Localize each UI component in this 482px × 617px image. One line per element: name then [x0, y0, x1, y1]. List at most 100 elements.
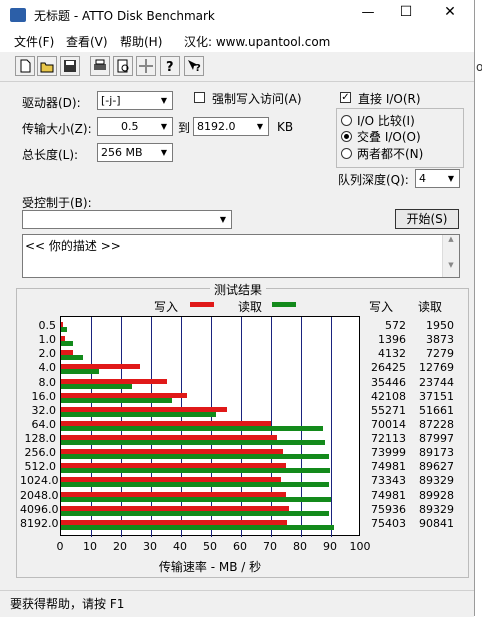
transfer-size-tick-label: 64.0 — [31, 417, 57, 431]
read-bar — [61, 425, 323, 431]
scroll-up-icon[interactable]: ▲ — [443, 235, 459, 243]
read-bar — [61, 482, 329, 488]
chevron-down-icon: ▼ — [160, 122, 168, 131]
controlled-by-select[interactable]: ▼ — [22, 210, 232, 229]
direct-io-checkbox[interactable]: ✓ — [340, 92, 351, 103]
read-value: 7279 — [426, 347, 454, 361]
status-bar: 要获得帮助，请按 F1 — [0, 590, 474, 617]
minimize-button[interactable]: — — [356, 5, 380, 20]
write-column-header: 写入 — [369, 300, 394, 314]
move-icon[interactable] — [136, 56, 156, 76]
read-value: 90841 — [419, 516, 454, 530]
background-fragment: ore — [476, 60, 482, 74]
transfer-from-select[interactable]: 0.5 ▼ — [97, 117, 173, 136]
title-bar: 无标题 - ATTO Disk Benchmark — ☐ ✕ — [0, 0, 474, 30]
transfer-from-value: 0.5 — [121, 120, 139, 133]
read-bar — [61, 524, 334, 530]
transfer-size-tick-label: 1.0 — [38, 333, 57, 347]
controlled-by-label: 受控制于(B): — [22, 196, 92, 210]
read-value: 89329 — [419, 502, 454, 516]
transfer-size-tick-label: 256.0 — [24, 446, 57, 460]
read-bar — [61, 411, 216, 417]
x-tick-label: 20 — [113, 540, 127, 553]
app-icon — [10, 8, 26, 22]
print-icon[interactable] — [90, 56, 110, 76]
save-icon[interactable] — [60, 56, 80, 76]
chevron-down-icon: ▼ — [447, 174, 455, 183]
menu-localization[interactable]: 汉化: www.upantool.com — [184, 33, 330, 50]
read-bar — [61, 496, 331, 502]
io-compare-radio[interactable] — [341, 115, 352, 126]
write-value: 55271 — [371, 403, 406, 417]
write-value: 4132 — [378, 347, 406, 361]
force-write-label: 强制写入访问(A) — [212, 92, 302, 106]
transfer-to-select[interactable]: 8192.0 ▼ — [193, 117, 269, 136]
read-legend-label: 读取 — [238, 300, 263, 314]
start-button[interactable]: 开始(S) — [395, 209, 459, 229]
read-bar — [61, 341, 73, 347]
transfer-size-tick-label: 16.0 — [31, 389, 57, 403]
x-tick-label: 100 — [349, 540, 371, 553]
total-length-label: 总长度(L): — [22, 148, 79, 162]
chevron-down-icon: ▼ — [160, 96, 168, 105]
overlap-io-label: 交叠 I/O(O) — [357, 130, 421, 144]
help-icon[interactable]: ? — [160, 56, 180, 76]
read-bar — [61, 327, 67, 332]
description-textarea[interactable]: << 你的描述 >> ▲ ▼ — [22, 234, 460, 278]
print-preview-icon[interactable] — [113, 56, 133, 76]
open-folder-icon[interactable] — [37, 56, 57, 76]
transfer-size-tick-label: 512.0 — [24, 460, 57, 474]
read-value: 23744 — [419, 375, 454, 389]
chevron-down-icon: ▼ — [219, 215, 227, 224]
write-value: 26425 — [371, 361, 406, 375]
x-tick-label: 60 — [233, 540, 247, 553]
scroll-down-icon[interactable]: ▼ — [443, 261, 459, 269]
read-value: 51661 — [419, 403, 454, 417]
write-legend-label: 写入 — [154, 300, 179, 314]
write-value: 35446 — [371, 375, 406, 389]
write-legend-swatch — [190, 302, 214, 307]
svg-text:?: ? — [195, 63, 201, 74]
read-bar — [61, 397, 173, 403]
x-axis-label: 传输速率 - MB / 秒 — [158, 560, 262, 574]
transfer-size-tick-label: 4096.0 — [20, 502, 59, 516]
x-tick-label: 30 — [143, 540, 157, 553]
force-write-checkbox[interactable] — [194, 92, 205, 103]
description-scrollbar[interactable]: ▲ ▼ — [442, 235, 459, 277]
drive-select[interactable]: [-j-] ▼ — [97, 91, 173, 110]
read-bar — [61, 454, 329, 460]
start-button-label: 开始(S) — [406, 212, 448, 226]
menu-file[interactable]: 文件(F) — [14, 33, 54, 50]
write-value: 70014 — [371, 417, 406, 431]
drive-value: [-j-] — [101, 94, 121, 107]
write-value: 42108 — [371, 389, 406, 403]
context-help-icon[interactable]: ? — [184, 56, 204, 76]
write-value: 75936 — [371, 502, 406, 516]
read-value: 1950 — [426, 319, 454, 332]
write-value: 72113 — [371, 432, 406, 446]
transfer-size-tick-label: 8192.0 — [20, 516, 59, 530]
new-file-icon[interactable] — [15, 56, 35, 76]
menu-help[interactable]: 帮助(H) — [120, 33, 162, 50]
transfer-size-tick-label: 0.5 — [38, 319, 57, 332]
queue-depth-select[interactable]: 4 ▼ — [415, 169, 460, 188]
transfer-size-tick-label: 32.0 — [31, 403, 57, 417]
read-value: 87228 — [419, 417, 454, 431]
queue-depth-label: 队列深度(Q): — [338, 173, 409, 187]
transfer-size-tick-label: 4.0 — [38, 361, 57, 375]
close-button[interactable]: ✕ — [438, 4, 462, 20]
read-value: 89928 — [419, 488, 454, 502]
chart-plot-area — [60, 316, 360, 537]
read-column-header: 读取 — [418, 300, 443, 314]
x-tick-label: 90 — [323, 540, 337, 553]
total-length-value: 256 MB — [101, 146, 143, 159]
read-bar — [61, 383, 133, 389]
overlap-io-radio[interactable] — [341, 131, 352, 142]
neither-radio[interactable] — [341, 148, 352, 159]
read-legend-swatch — [272, 302, 296, 307]
svg-text:?: ? — [166, 60, 174, 75]
maximize-button[interactable]: ☐ — [394, 4, 418, 20]
x-tick-label: 50 — [203, 540, 217, 553]
menu-view[interactable]: 查看(V) — [66, 33, 108, 50]
total-length-select[interactable]: 256 MB ▼ — [97, 143, 173, 162]
